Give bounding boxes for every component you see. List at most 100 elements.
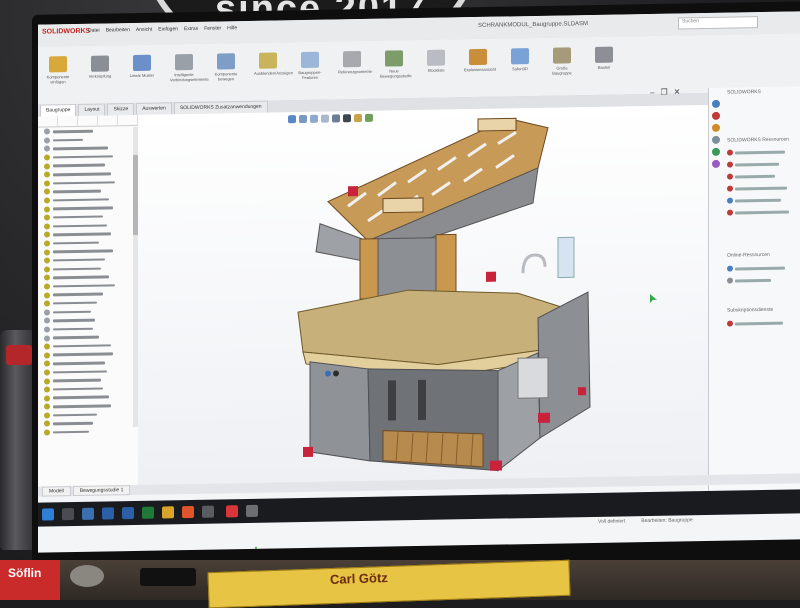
app-taskbar-icon[interactable]	[246, 504, 258, 518]
search-icon[interactable]	[62, 508, 74, 521]
tab-motion-study[interactable]: Bewegungsstudie 1	[72, 485, 131, 497]
ribbon-button-instant3d[interactable]: Sofort3D	[506, 46, 534, 86]
tree-row-label	[53, 352, 113, 357]
task-pane-header: SOLIDWORKS	[727, 89, 761, 96]
design-library-tab-icon[interactable]	[712, 111, 720, 120]
ribbon-button-fastener[interactable]: Intelligente Verbindungselemente	[170, 52, 209, 92]
heads-up-view-toolbar	[288, 113, 373, 124]
close-icon[interactable]: ✕	[674, 87, 681, 96]
assembly-model[interactable]	[138, 105, 708, 485]
menu-item-tools[interactable]: Extras	[184, 26, 198, 32]
ribbon-button-features[interactable]: Baugruppen-Features	[296, 50, 324, 90]
file-explorer-icon[interactable]	[162, 506, 174, 519]
tab-sketch[interactable]: Skizze	[107, 102, 135, 116]
ribbon-button-label: Komponente bewegen	[214, 71, 238, 82]
menu-item-window[interactable]: Fenster	[204, 25, 221, 31]
component-icon	[44, 257, 50, 264]
resource-item-link[interactable]	[735, 162, 779, 166]
display-style-icon[interactable]	[343, 114, 351, 123]
settings-icon[interactable]	[202, 505, 214, 518]
appearance-icon[interactable]	[354, 113, 362, 123]
view-palette-tab-icon[interactable]	[712, 135, 720, 144]
resource-item-link[interactable]	[735, 186, 787, 190]
menu-bar: Datei Bearbeiten Ansicht Einfügen Extras…	[88, 25, 237, 34]
status-edit-mode: Bearbeiten: Baugruppe	[641, 517, 693, 525]
menu-item-insert[interactable]: Einfügen	[158, 26, 178, 32]
task-view-icon[interactable]	[82, 507, 94, 520]
lower-cabinet-left-panel	[309, 361, 371, 462]
tab-assembly[interactable]: Baugruppe	[40, 103, 77, 117]
solidworks-taskbar-icon[interactable]	[226, 505, 238, 518]
tab-model[interactable]: Modell	[42, 486, 71, 497]
ribbon-button-label: Referenzgeometrie	[338, 68, 373, 75]
ribbon-button-reference[interactable]: Referenzgeometrie	[338, 49, 373, 89]
tree-row-label	[53, 413, 97, 417]
restore-icon[interactable]: ❐	[660, 88, 667, 97]
ribbon-button-explode[interactable]: Explosionsansicht	[464, 47, 497, 87]
section-view-icon[interactable]	[321, 114, 329, 123]
drawer-unit	[517, 357, 549, 399]
resource-item-link[interactable]	[735, 150, 785, 154]
ribbon-button-insert-component[interactable]: Komponente einfügen	[44, 54, 72, 94]
resource-item-link[interactable]	[735, 174, 775, 178]
component-icon	[44, 334, 50, 342]
view-orientation-icon[interactable]	[332, 114, 340, 123]
resource-item-link[interactable]	[735, 210, 789, 214]
upper-shelf-cutout	[382, 197, 424, 214]
component-icon	[44, 206, 50, 213]
minimize-icon[interactable]: –	[650, 88, 654, 97]
word-icon[interactable]	[122, 506, 134, 520]
custom-properties-tab-icon[interactable]	[712, 159, 720, 168]
feature-tree-tab[interactable]	[38, 116, 58, 127]
ribbon-button-pattern[interactable]: Linear Muster	[128, 53, 156, 93]
ribbon-button-large-assembly[interactable]: Große Baugruppe	[548, 45, 576, 85]
app-logo[interactable]: SOLIDWORKS	[42, 28, 90, 36]
ribbon-button-move[interactable]: Komponente bewegen	[212, 51, 240, 91]
vent-slot-right	[418, 379, 426, 421]
configuration-manager-tab[interactable]	[78, 115, 98, 126]
graphics-area[interactable]	[138, 104, 708, 553]
property-manager-tab[interactable]	[58, 115, 78, 127]
component-icon	[44, 214, 50, 221]
zoom-area-icon[interactable]	[299, 114, 307, 124]
ribbon-button-bom[interactable]: Stückliste	[422, 47, 450, 87]
tree-row[interactable]	[38, 427, 138, 437]
zoom-fit-icon[interactable]	[288, 115, 296, 124]
file-explorer-tab-icon[interactable]	[712, 123, 720, 132]
tree-row-label	[53, 370, 107, 374]
menu-item-view[interactable]: Ansicht	[136, 27, 152, 33]
ribbon-button-label: Explosionsansicht	[464, 66, 497, 73]
resources-tab-icon[interactable]	[712, 99, 720, 108]
ribbon-button-label: Sofort3D	[512, 66, 528, 72]
tab-layout[interactable]: Layout	[78, 103, 106, 116]
component-icon	[44, 377, 50, 385]
display-manager-tab[interactable]	[118, 114, 138, 126]
resource-item-icon	[727, 185, 733, 192]
ribbon-button-part[interactable]: Bauteil	[590, 45, 618, 85]
online-item-link[interactable]	[735, 266, 785, 270]
dimxpert-tab[interactable]	[98, 115, 118, 126]
tree-row-label	[53, 395, 109, 400]
scene-icon[interactable]	[365, 113, 373, 122]
ribbon-button-label: Linear Muster	[129, 72, 155, 79]
ribbon-button-show-hide[interactable]: Ausblenden/Anzeigen	[254, 50, 293, 90]
component-icon	[44, 223, 50, 230]
outlook-icon[interactable]	[102, 507, 114, 520]
bom-icon	[427, 49, 445, 66]
excel-icon[interactable]	[142, 506, 154, 519]
tab-evaluate[interactable]: Auswerten	[136, 102, 172, 115]
resource-item-link[interactable]	[735, 198, 781, 202]
subscription-item-link[interactable]	[735, 321, 783, 325]
ribbon-button-motion[interactable]: Neue Bewegungsstudie	[380, 48, 412, 88]
menu-item-help[interactable]: Hilfe	[227, 25, 237, 31]
component-icon	[44, 403, 50, 410]
ribbon-button-mate[interactable]: Verknüpfung	[86, 53, 114, 93]
menu-item-edit[interactable]: Bearbeiten	[106, 27, 130, 33]
menu-item-file[interactable]: Datei	[88, 28, 100, 34]
search-input[interactable]: Suchen	[678, 16, 758, 30]
windows-start-icon[interactable]	[42, 508, 54, 521]
appearances-tab-icon[interactable]	[712, 147, 720, 156]
firefox-icon[interactable]	[182, 505, 194, 519]
previous-view-icon[interactable]	[310, 114, 318, 123]
online-item-link[interactable]	[735, 278, 771, 282]
